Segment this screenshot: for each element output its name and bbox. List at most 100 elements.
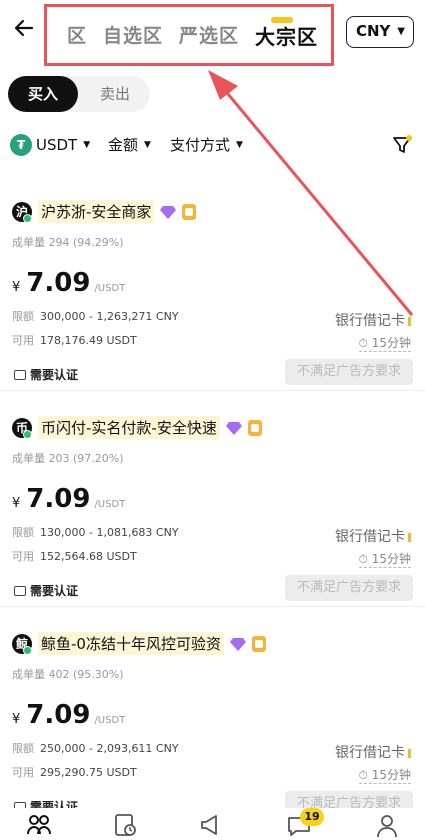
zone-tab-favorites[interactable]: 自选区 [103, 21, 163, 50]
available-row: 可用 152,564.68 USDT [12, 548, 137, 564]
caret-down-icon: ▼ [83, 140, 91, 150]
payment-method: 银行借记卡 [335, 310, 411, 330]
stats-label: 成单量 [12, 236, 45, 249]
stats-value: 294 (94.29%) [48, 236, 124, 249]
payment-label: 银行借记卡 [335, 529, 405, 545]
limit-label: 限额 [12, 526, 34, 539]
profile-icon[interactable] [374, 812, 400, 838]
caret-down-icon: ▼ [397, 26, 405, 37]
available-value: 295,290.75 USDT [40, 766, 137, 779]
stats-value: 402 (95.30%) [48, 668, 124, 681]
ad-card[interactable]: 鲸 鲸鱼-0冻结十年风控可验资 成单量 402 (95.30%) ¥ 7.09 … [0, 608, 425, 823]
merchant-name[interactable]: 币闪付-实名付款-安全快速 [38, 416, 220, 439]
buy-sell-toggle: 买入 卖出 [8, 76, 150, 112]
top-header: 区 自选区 严选区 大宗区 CNY ▼ [0, 0, 425, 66]
shield-badge-icon [182, 203, 197, 220]
time-value: 15分钟 [371, 768, 411, 782]
available-row: 可用 295,290.75 USDT [12, 764, 137, 780]
limit-row: 限额 250,000 - 2,093,611 CNY [12, 740, 179, 756]
payment-time: ⏱ 15分钟 [358, 336, 411, 352]
limit-row: 限额 300,000 - 1,263,271 CNY [12, 308, 179, 324]
merchant-row: 鲸 鲸鱼-0冻结十年风控可验资 [12, 632, 266, 655]
requirements-not-met-button[interactable]: 不满足广告方要求 [285, 359, 413, 385]
currency-symbol: ¥ [12, 496, 21, 511]
limit-value: 250,000 - 2,093,611 CNY [40, 742, 179, 755]
time-value: 15分钟 [371, 336, 411, 350]
price-unit: /USDT [94, 715, 126, 726]
usdt-icon: ₮ [10, 134, 32, 156]
available-label: 可用 [12, 766, 34, 779]
zone-tab-bulk[interactable]: 大宗区 [255, 21, 318, 50]
requirements-not-met-button[interactable]: 不满足广告方要求 [285, 575, 413, 601]
price: 7.09 [26, 268, 91, 298]
amount-filter-label: 金额 [108, 136, 139, 154]
available-value: 178,176.49 USDT [40, 334, 137, 347]
currency-label: CNY [356, 22, 391, 40]
currency-selector[interactable]: CNY ▼ [346, 16, 414, 48]
p2p-icon[interactable] [26, 812, 52, 838]
available-label: 可用 [12, 334, 34, 347]
available-value: 152,564.68 USDT [40, 550, 137, 563]
verify-label: 需要认证 [30, 368, 79, 382]
limit-label: 限额 [12, 742, 34, 755]
merchant-avatar: 币 [12, 417, 32, 439]
stats-label: 成单量 [12, 668, 45, 681]
online-dot [23, 645, 32, 655]
merchant-row: 沪 沪苏浙-安全商家 [12, 200, 197, 223]
payment-method: 银行借记卡 [335, 526, 411, 546]
verification-required: 需要认证 [14, 366, 78, 383]
ad-card[interactable]: 币 币闪付-实名付款-安全快速 成单量 203 (97.20%) ¥ 7.09 … [0, 392, 425, 607]
payment-color-bar [408, 316, 411, 326]
limit-value: 130,000 - 1,081,683 CNY [40, 526, 179, 539]
payment-method: 银行借记卡 [335, 742, 411, 762]
zone-tab-partial[interactable]: 区 [63, 21, 87, 50]
diamond-badge-icon [160, 205, 177, 219]
shield-badge-icon [251, 635, 266, 652]
available-row: 可用 178,176.49 USDT [12, 332, 137, 348]
time-value: 15分钟 [371, 552, 411, 566]
buy-tab[interactable]: 买入 [8, 76, 78, 112]
price-row: ¥ 7.09 /USDT [12, 700, 125, 730]
filter-bar: ₮ USDT ▼ 金额 ▼ 支付方式 ▼ [10, 132, 415, 160]
price-unit: /USDT [94, 499, 126, 510]
currency-symbol: ¥ [12, 280, 21, 295]
caret-down-icon: ▼ [236, 139, 243, 150]
zone-tab-selected[interactable]: 严选区 [179, 21, 239, 50]
back-arrow-icon[interactable] [12, 16, 36, 40]
diamond-badge-icon [225, 421, 242, 435]
shield-badge-icon [247, 419, 262, 436]
limit-label: 限额 [12, 310, 34, 323]
available-label: 可用 [12, 550, 34, 563]
order-stats: 成单量 203 (97.20%) [12, 450, 124, 466]
filter-funnel-icon[interactable] [391, 134, 413, 156]
bottom-nav: 19 [0, 808, 425, 840]
merchant-name[interactable]: 鲸鱼-0冻结十年风控可验资 [38, 632, 224, 655]
coin-filter[interactable]: ₮ USDT ▼ [10, 134, 90, 156]
id-card-icon [14, 369, 26, 380]
zone-tabs-highlight-box: 区 自选区 严选区 大宗区 [44, 4, 334, 66]
order-stats: 成单量 402 (95.30%) [12, 666, 124, 682]
id-card-icon [14, 585, 26, 596]
ad-card[interactable]: 沪 沪苏浙-安全商家 成单量 294 (94.29%) ¥ 7.09 /USDT… [0, 176, 425, 391]
payment-color-bar [408, 748, 411, 758]
amount-filter[interactable]: 金额 ▼ [108, 134, 151, 155]
price-row: ¥ 7.09 /USDT [12, 268, 125, 298]
payment-filter[interactable]: 支付方式 ▼ [170, 134, 243, 155]
sell-tab[interactable]: 卖出 [80, 76, 150, 112]
verify-label: 需要认证 [30, 584, 79, 598]
online-dot [23, 429, 32, 439]
zone-tabs: 区 自选区 严选区 大宗区 [63, 21, 318, 50]
limit-row: 限额 130,000 - 1,081,683 CNY [12, 524, 179, 540]
merchant-avatar: 鲸 [12, 633, 32, 655]
ads-icon[interactable] [198, 812, 224, 838]
stats-value: 203 (97.20%) [48, 452, 124, 465]
payment-label: 银行借记卡 [335, 313, 405, 329]
online-dot [23, 213, 32, 223]
payment-time: ⏱ 15分钟 [358, 768, 411, 784]
stats-label: 成单量 [12, 452, 45, 465]
payment-label: 银行借记卡 [335, 745, 405, 761]
merchant-avatar: 沪 [12, 201, 32, 223]
caret-down-icon: ▼ [144, 139, 151, 150]
merchant-name[interactable]: 沪苏浙-安全商家 [38, 200, 155, 223]
orders-icon[interactable] [112, 812, 138, 838]
